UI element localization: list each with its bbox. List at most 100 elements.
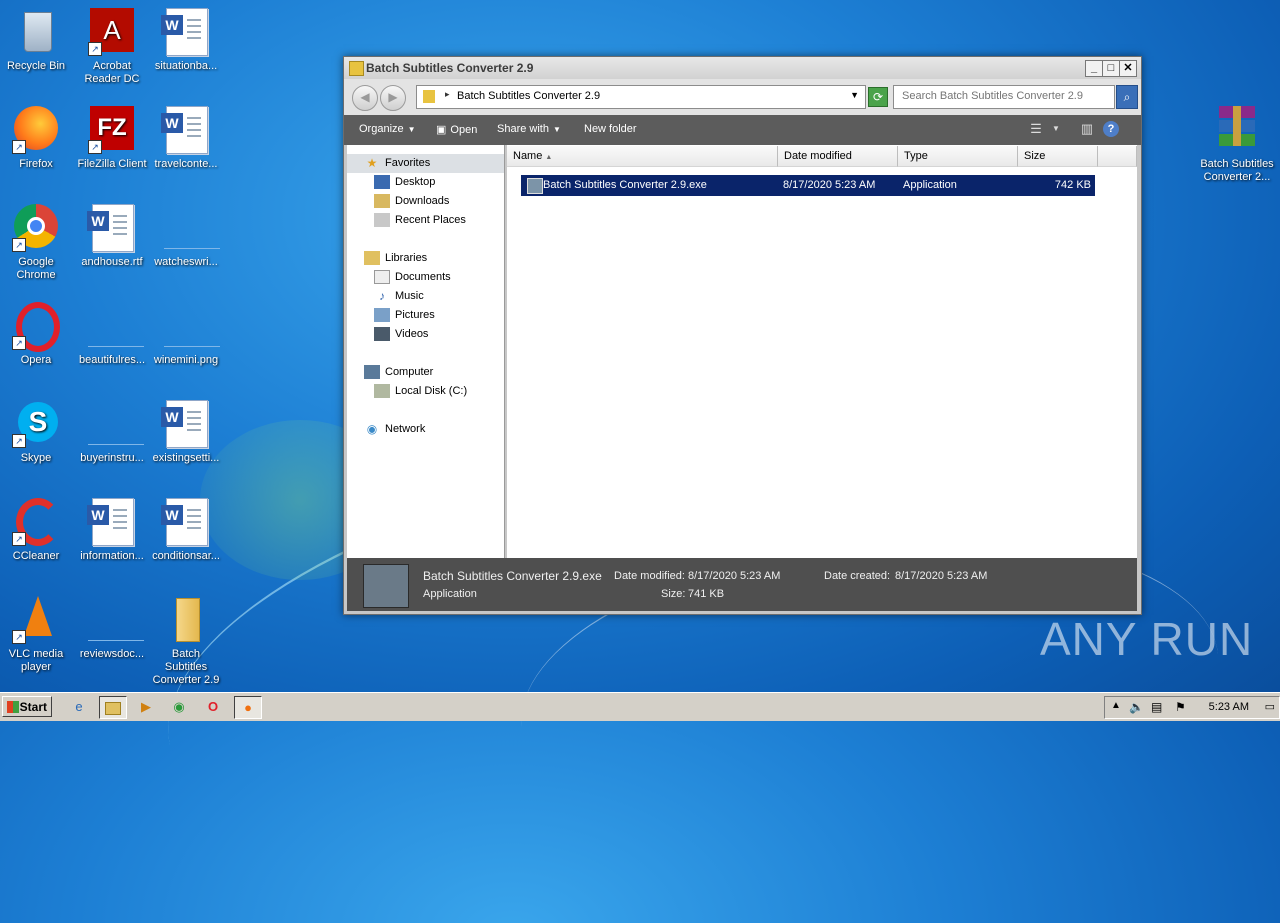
nav-item-music[interactable]: ♪ Music xyxy=(374,287,424,306)
new-folder-button[interactable]: New folder xyxy=(584,123,637,135)
desktop-icon-batch-archive[interactable]: Batch Subtitles Converter 2... xyxy=(1200,106,1274,184)
nav-item-desktop[interactable]: Desktop xyxy=(374,173,435,192)
opera-icon[interactable]: O xyxy=(200,696,226,717)
details-size-label: Size: xyxy=(661,588,686,600)
address-bar[interactable]: ▸ Batch Subtitles Converter 2.9 ▼ xyxy=(416,85,866,109)
organize-button[interactable]: Organize ▼ xyxy=(359,123,416,135)
open-button[interactable]: ▣ Open xyxy=(436,123,477,136)
nav-label: Favorites xyxy=(385,157,431,169)
clock[interactable]: 5:23 AM xyxy=(1209,701,1249,713)
open-icon: ▣ xyxy=(436,124,447,136)
column-header-type[interactable]: Type xyxy=(898,146,1018,167)
desktop-icon-label: Recycle Bin xyxy=(6,60,66,72)
desktop-icon-andhouse[interactable]: W andhouse.rtf xyxy=(76,204,148,269)
action-center-flag-icon[interactable]: ⚑ xyxy=(1175,700,1186,714)
internet-explorer-icon[interactable]: e xyxy=(66,696,92,717)
desktop-icon-chrome[interactable]: ↗ Google Chrome xyxy=(0,204,72,282)
firefox-icon[interactable]: ● xyxy=(234,696,262,719)
chrome-icon: ↗ xyxy=(12,204,60,252)
media-player-icon[interactable]: ▶ xyxy=(133,696,159,717)
desktop-icon-reviewsdoc[interactable]: reviewsdoc... xyxy=(76,596,148,661)
winrar-archive-icon xyxy=(1213,106,1261,154)
opera-icon: ↗ xyxy=(12,302,60,352)
view-options-icon[interactable]: ☰ xyxy=(1028,121,1044,137)
desktop-icon-opera[interactable]: ↗ Opera xyxy=(0,302,72,367)
refresh-button[interactable]: ⟳ xyxy=(868,87,888,107)
details-date-modified: 8/17/2020 5:23 AM xyxy=(688,570,781,582)
nav-item-libraries[interactable]: Libraries xyxy=(364,249,427,268)
desktop-icon-vlc[interactable]: ↗ VLC media player xyxy=(0,596,72,674)
desktop-icon-watcheswri[interactable]: watcheswri... xyxy=(150,204,222,269)
desktop-icon-winemini[interactable]: winemini.png xyxy=(150,302,222,367)
chevron-up-icon[interactable]: ▲ xyxy=(1111,700,1121,711)
chevron-down-icon[interactable]: ▼ xyxy=(1048,121,1064,137)
desktop-icon-information[interactable]: W information... xyxy=(76,498,148,563)
search-box[interactable] xyxy=(893,85,1115,109)
start-button[interactable]: Start xyxy=(2,696,52,717)
desktop-icon-beautifulres[interactable]: beautifulres... xyxy=(76,302,148,367)
nav-label: Videos xyxy=(395,328,429,340)
nav-item-network[interactable]: ◉ Network xyxy=(364,420,426,439)
desktop-icon-buyerinstru[interactable]: buyerinstru... xyxy=(76,400,148,465)
desktop-icon-acrobat[interactable]: A ↗ Acrobat Reader DC xyxy=(76,8,148,86)
table-row[interactable]: Batch Subtitles Converter 2.9.exe 8/17/2… xyxy=(521,175,1095,196)
column-header-size[interactable]: Size xyxy=(1018,146,1098,167)
computer-icon xyxy=(364,365,380,380)
nav-item-pictures[interactable]: Pictures xyxy=(374,306,435,325)
pictures-icon xyxy=(374,308,390,323)
nav-label: Pictures xyxy=(395,309,435,321)
title-bar[interactable]: Batch Subtitles Converter 2.9 _ □ ✕ xyxy=(344,57,1141,79)
share-with-button[interactable]: Share with ▼ xyxy=(497,123,561,135)
column-header-date-modified[interactable]: Date modified xyxy=(778,146,898,167)
preview-pane-icon[interactable]: ▥ xyxy=(1079,121,1095,137)
word-document-icon: W xyxy=(161,400,210,448)
column-label: Date modified xyxy=(784,150,852,162)
desktop-icon-travelconte[interactable]: W travelconte... xyxy=(150,106,222,171)
nav-item-downloads[interactable]: Downloads xyxy=(374,192,449,211)
desktop-icon-recycle-bin[interactable]: Recycle Bin xyxy=(0,8,72,73)
details-size: 741 KB xyxy=(688,588,725,600)
minimize-button[interactable]: _ xyxy=(1085,60,1103,77)
nav-item-favorites[interactable]: ★ Favorites xyxy=(347,154,504,173)
desktop-icon-conditionsar[interactable]: W conditionsar... xyxy=(150,498,222,563)
network-icon[interactable]: ▤ xyxy=(1151,700,1162,714)
desktop-icon-filezilla[interactable]: FZ ↗ FileZilla Client xyxy=(76,106,148,171)
desktop-icon-label: reviewsdoc... xyxy=(79,648,145,660)
search-input[interactable] xyxy=(900,89,1104,103)
nav-item-videos[interactable]: Videos xyxy=(374,325,428,344)
close-button[interactable]: ✕ xyxy=(1119,60,1137,77)
back-button[interactable]: ◀ xyxy=(352,85,378,111)
column-header-name[interactable]: Name ▲ xyxy=(507,146,778,167)
show-desktop-icon[interactable]: ▭ xyxy=(1265,700,1275,713)
desktop-icon-skype[interactable]: S ↗ Skype xyxy=(0,400,72,465)
breadcrumb-current[interactable]: Batch Subtitles Converter 2.9 xyxy=(457,90,600,102)
chrome-icon[interactable]: ◉ xyxy=(166,696,192,717)
help-icon[interactable]: ? xyxy=(1103,121,1119,137)
explorer-window: Batch Subtitles Converter 2.9 _ □ ✕ ◀ ▶ … xyxy=(343,56,1142,615)
nav-label: Recent Places xyxy=(395,214,466,226)
breadcrumb-arrow-icon[interactable]: ▸ xyxy=(445,89,450,100)
sort-ascending-icon: ▲ xyxy=(545,154,553,161)
search-icon[interactable]: ⌕ xyxy=(1116,85,1138,109)
forward-button[interactable]: ▶ xyxy=(380,85,406,111)
file-explorer-icon[interactable] xyxy=(99,696,127,719)
open-label: Open xyxy=(450,124,478,136)
desktop-icon-label: CCleaner xyxy=(12,550,60,562)
nav-item-recent-places[interactable]: Recent Places xyxy=(374,211,466,230)
desktop-icon-ccleaner[interactable]: ↗ CCleaner xyxy=(0,498,72,563)
column-label: Type xyxy=(904,150,928,162)
speaker-icon[interactable]: 🔈 xyxy=(1129,700,1144,714)
desktop-icon-batch-folder[interactable]: Batch Subtitles Converter 2.9 xyxy=(150,596,222,687)
nav-item-computer[interactable]: Computer xyxy=(364,363,433,382)
desktop-icon-firefox[interactable]: ↗ Firefox xyxy=(0,106,72,171)
nav-item-documents[interactable]: Documents xyxy=(374,268,451,287)
nav-item-local-disk[interactable]: Local Disk (C:) xyxy=(374,382,467,401)
desktop-icon-existingsetti[interactable]: W existingsetti... xyxy=(150,400,222,465)
maximize-button[interactable]: □ xyxy=(1102,60,1120,77)
documents-icon xyxy=(374,270,390,285)
share-with-label: Share with xyxy=(497,123,549,135)
chevron-down-icon[interactable]: ▼ xyxy=(850,90,859,100)
desktop-icon-situationba[interactable]: W situationba... xyxy=(150,8,222,73)
desktop-icon-label: FileZilla Client xyxy=(77,158,147,170)
blank-file-icon xyxy=(88,596,144,644)
